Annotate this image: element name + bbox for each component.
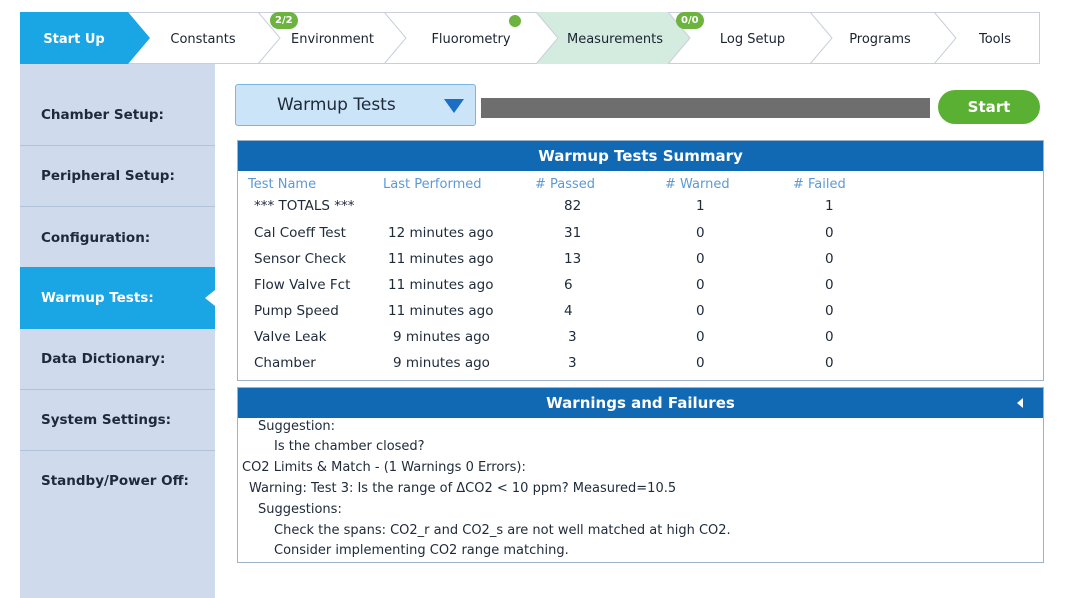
tab-environment[interactable]: Environment [275, 28, 390, 50]
cell-warned: 0 [696, 303, 705, 319]
cell-last-performed: 11 minutes ago [388, 303, 494, 319]
log-line: Is the chamber closed? [274, 439, 425, 454]
table-row[interactable]: Sensor Check 11 minutes ago 13 0 0 [238, 247, 1043, 272]
sidebar-item-label: Peripheral Setup: [41, 168, 175, 184]
sidebar-item-configuration[interactable]: Configuration: [20, 207, 215, 269]
sidebar-item-peripheral-setup[interactable]: Peripheral Setup: [20, 145, 215, 207]
sidebar-item-label: Standby/Power Off: [41, 473, 189, 489]
cell-passed: 6 [564, 277, 573, 293]
column-header-failed: # Failed [793, 177, 846, 192]
column-header-warned: # Warned [665, 177, 730, 192]
tab-programs[interactable]: Programs [826, 28, 934, 50]
cell-last-performed: 11 minutes ago [388, 251, 494, 267]
tab-measurements[interactable]: Measurements [550, 28, 680, 50]
cell-passed: 13 [564, 251, 582, 267]
cell-failed: 1 [825, 198, 834, 214]
sidebar-item-label: System Settings: [41, 412, 172, 428]
tab-constants[interactable]: Constants [144, 28, 262, 50]
cell-test-name: Sensor Check [254, 251, 347, 267]
cell-warned: 0 [696, 225, 705, 241]
cell-warned: 1 [696, 198, 705, 214]
environment-count-badge: 2/2 [270, 12, 298, 29]
table-row[interactable]: Valve Leak 9 minutes ago 3 0 0 [238, 325, 1043, 350]
warnings-panel-header: Warnings and Failures [238, 388, 1043, 418]
collapse-left-icon[interactable] [1017, 398, 1023, 408]
selected-pointer-icon [205, 290, 215, 306]
sidebar-item-label: Warmup Tests: [41, 290, 154, 306]
sidebar-item-warmup-tests[interactable]: Warmup Tests: [20, 267, 215, 329]
sidebar: Chamber Setup: Peripheral Setup: Configu… [20, 64, 215, 598]
cell-test-name: Valve Leak [254, 329, 327, 345]
summary-panel-title: Warmup Tests Summary [538, 147, 743, 165]
tab-tools[interactable]: Tools [950, 28, 1040, 50]
warnings-panel-title: Warnings and Failures [546, 394, 735, 412]
table-row[interactable]: Cal Coeff Test 12 minutes ago 31 0 0 [238, 221, 1043, 246]
cell-passed: 31 [564, 225, 582, 241]
sidebar-item-label: Chamber Setup: [41, 107, 164, 123]
tab-log-setup[interactable]: Log Setup [690, 28, 815, 50]
cell-warned: 0 [696, 329, 705, 345]
cell-failed: 0 [825, 355, 834, 371]
log-line: Suggestions: [258, 502, 342, 517]
cell-last-performed: 9 minutes ago [393, 355, 490, 371]
column-header-last-performed: Last Performed [383, 177, 482, 192]
cell-test-name: *** TOTALS *** [254, 198, 355, 214]
sidebar-item-label: Configuration: [41, 230, 151, 246]
tab-start-up[interactable]: Start Up [20, 28, 128, 50]
table-row[interactable]: Pump Speed 11 minutes ago 4 0 0 [238, 299, 1043, 324]
cell-test-name: Cal Coeff Test [254, 225, 346, 241]
log-line: Suggestion: [258, 419, 336, 434]
sidebar-item-system-settings[interactable]: System Settings: [20, 389, 215, 451]
start-button[interactable]: Start [938, 90, 1040, 124]
sidebar-item-chamber-setup[interactable]: Chamber Setup: [20, 84, 215, 146]
cell-failed: 0 [825, 277, 834, 293]
cell-failed: 0 [825, 329, 834, 345]
test-progress-bar [481, 98, 930, 118]
cell-failed: 0 [825, 251, 834, 267]
log-setup-count-badge: 0/0 [676, 12, 704, 29]
cell-warned: 0 [696, 277, 705, 293]
table-row[interactable]: Chamber 9 minutes ago 3 0 0 [238, 351, 1043, 376]
column-header-passed: # Passed [535, 177, 596, 192]
log-line: Warning: Test 3: Is the range of ΔCO2 < … [249, 481, 677, 496]
log-line: Check the spans: CO2_r and CO2_s are not… [274, 523, 731, 538]
sidebar-item-data-dictionary[interactable]: Data Dictionary: [20, 328, 215, 390]
fluorometry-status-dot-icon [509, 15, 521, 27]
log-line: Consider implementing CO2 range matching… [274, 543, 569, 558]
cell-warned: 0 [696, 251, 705, 267]
cell-test-name: Chamber [254, 355, 316, 371]
sidebar-item-label: Data Dictionary: [41, 351, 166, 367]
dropdown-selected-value: Warmup Tests [277, 95, 396, 115]
cell-failed: 0 [825, 225, 834, 241]
cell-passed: 4 [564, 303, 573, 319]
log-line: CO2 Limits & Match - (1 Warnings 0 Error… [242, 460, 526, 475]
cell-last-performed: 11 minutes ago [388, 277, 494, 293]
cell-test-name: Pump Speed [254, 303, 339, 319]
cell-passed: 82 [564, 198, 582, 214]
sidebar-item-standby-power-off[interactable]: Standby/Power Off: [20, 450, 215, 512]
table-row[interactable]: *** TOTALS *** 82 1 1 [238, 195, 1043, 220]
cell-test-name: Flow Valve Fct [254, 277, 351, 293]
test-type-dropdown[interactable]: Warmup Tests [235, 84, 476, 126]
table-row[interactable]: Flow Valve Fct 11 minutes ago 6 0 0 [238, 273, 1043, 298]
cell-failed: 0 [825, 303, 834, 319]
cell-warned: 0 [696, 355, 705, 371]
column-header-test-name: Test Name [248, 177, 317, 192]
cell-last-performed: 9 minutes ago [393, 329, 490, 345]
cell-last-performed: 12 minutes ago [388, 225, 494, 241]
main-tab-bar: Start Up Constants Environment Fluoromet… [20, 12, 1040, 64]
summary-panel-header: Warmup Tests Summary [238, 141, 1043, 171]
cell-passed: 3 [568, 329, 577, 345]
tab-fluorometry[interactable]: Fluorometry [401, 28, 541, 50]
caret-down-icon [444, 99, 464, 113]
cell-passed: 3 [568, 355, 577, 371]
